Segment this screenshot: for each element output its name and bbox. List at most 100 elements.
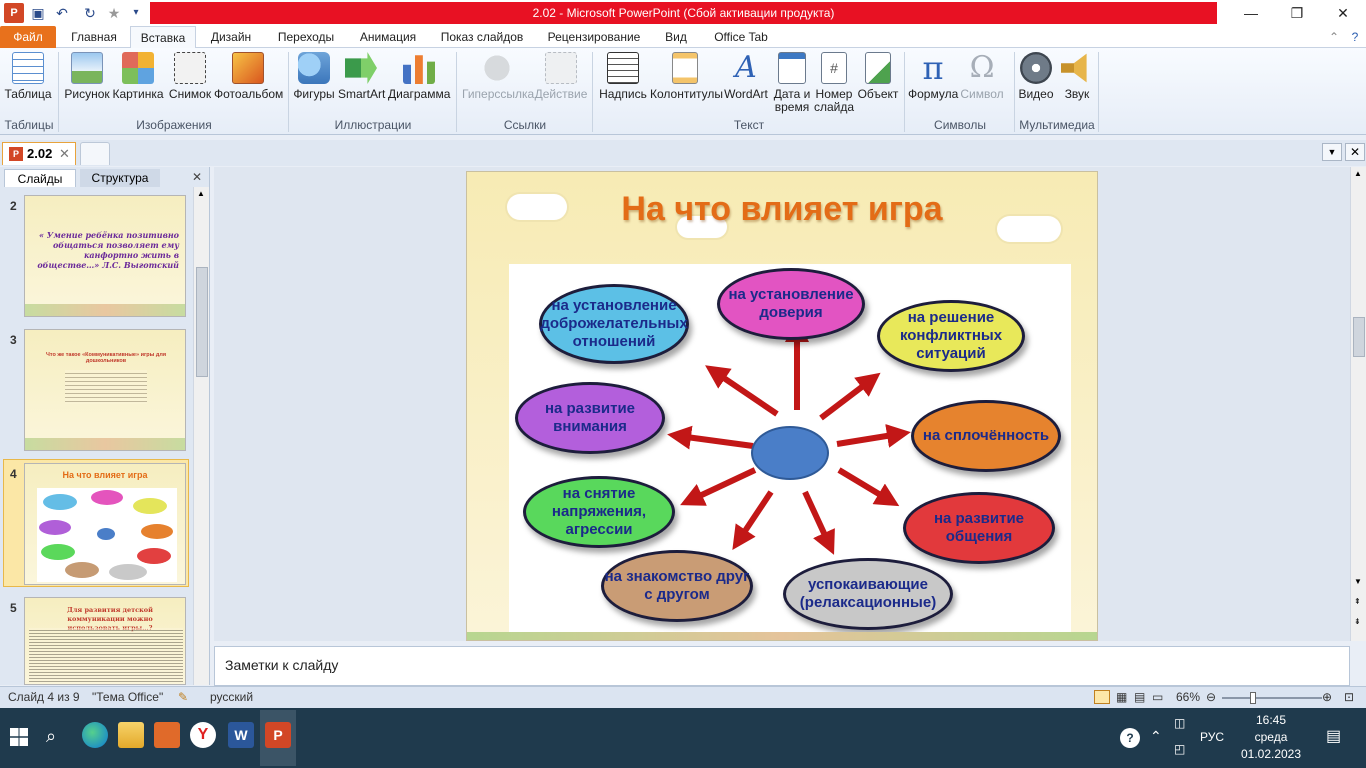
- oval-tension[interactable]: на снятие напряжения, агрессии: [523, 476, 675, 548]
- tab-home[interactable]: Главная: [62, 26, 126, 48]
- zoom-level[interactable]: 66%: [1176, 690, 1200, 704]
- slide-title[interactable]: На что влияет игра: [467, 190, 1097, 229]
- slide-thumbnail[interactable]: Для развития детской коммуникации можно …: [24, 597, 186, 685]
- tab-insert[interactable]: Вставка: [130, 26, 196, 49]
- symbol-button[interactable]: Ω Символ: [960, 52, 1004, 101]
- spellcheck-icon[interactable]: ✎: [178, 690, 188, 704]
- audio-button[interactable]: Звук: [1058, 52, 1096, 101]
- video-button[interactable]: Видео: [1016, 52, 1056, 101]
- save-icon[interactable]: ▣: [28, 3, 48, 23]
- notes-pane[interactable]: Заметки к слайду: [214, 646, 1350, 686]
- new-tab-button[interactable]: [80, 142, 110, 165]
- oval-acquaintance[interactable]: на знакомство друг с другом: [601, 550, 753, 622]
- help-icon[interactable]: ?: [1346, 26, 1364, 48]
- object-button[interactable]: Объект: [856, 52, 900, 101]
- scroll-up-icon[interactable]: ▲: [197, 189, 205, 198]
- show-hidden-icons-icon[interactable]: ⌃: [1150, 728, 1162, 745]
- redo-icon[interactable]: ↻: [80, 3, 100, 23]
- slides-scrollbar[interactable]: ▲: [193, 187, 209, 685]
- network-icon[interactable]: ◰: [1174, 742, 1185, 756]
- oval-relaxation[interactable]: успокаивающие (релаксационные): [783, 558, 953, 630]
- slide-sorter-icon[interactable]: ▦: [1116, 690, 1127, 704]
- clipart-button[interactable]: Картинка: [112, 52, 164, 101]
- close-document-icon[interactable]: ✕: [1345, 143, 1365, 161]
- notifications-icon[interactable]: ▤: [1326, 726, 1341, 746]
- tab-file[interactable]: Файл: [0, 26, 56, 48]
- wordart-button[interactable]: A WordArt: [722, 52, 770, 101]
- slide-scrollbar[interactable]: ▲ ▼ ⇞ ⇟: [1350, 167, 1366, 641]
- screenshot-button[interactable]: Снимок: [168, 52, 212, 101]
- tab-design[interactable]: Дизайн: [202, 26, 260, 48]
- close-tab-icon[interactable]: ✕: [59, 146, 70, 162]
- theme-name[interactable]: "Тема Office": [92, 690, 163, 704]
- oval-trust[interactable]: на установление доверия: [717, 268, 865, 340]
- date-time-button[interactable]: Дата и время: [772, 52, 812, 114]
- slide-canvas[interactable]: На что влияет игра на установление добро…: [466, 171, 1098, 641]
- favorite-icon[interactable]: ★: [104, 3, 124, 23]
- help-tray-icon[interactable]: ?: [1120, 728, 1140, 748]
- ribbon-collapse-icon[interactable]: ⌃: [1326, 26, 1342, 48]
- next-slide-icon[interactable]: ⇟: [1354, 617, 1361, 626]
- slide-thumbnail[interactable]: « Умение ребёнка позитивно общаться позв…: [24, 195, 186, 317]
- scroll-down-icon[interactable]: ▼: [1354, 577, 1362, 586]
- close-panel-icon[interactable]: ✕: [192, 170, 202, 184]
- customize-icon[interactable]: ▾: [126, 3, 146, 23]
- equation-button[interactable]: π Формула: [908, 52, 958, 101]
- zoom-slider-thumb[interactable]: [1250, 692, 1256, 704]
- tab-animation[interactable]: Анимация: [352, 26, 424, 48]
- powerpoint-icon[interactable]: P: [4, 3, 24, 23]
- scroll-up-icon[interactable]: ▲: [1354, 169, 1362, 178]
- windows-start-icon[interactable]: [10, 728, 28, 746]
- oval-attention[interactable]: на развитие внимания: [515, 382, 665, 454]
- document-tab[interactable]: P 2.02 ✕: [2, 142, 76, 165]
- zoom-out-icon[interactable]: ⊖: [1206, 690, 1216, 704]
- shapes-button[interactable]: Фигуры: [292, 52, 336, 101]
- maximize-button[interactable]: ❐: [1274, 0, 1320, 26]
- tab-view[interactable]: Вид: [658, 26, 694, 48]
- minimize-button[interactable]: —: [1228, 0, 1274, 26]
- zoom-slider[interactable]: [1222, 697, 1322, 699]
- word-icon[interactable]: W: [228, 722, 254, 748]
- smartart-button[interactable]: SmartArt: [338, 52, 385, 101]
- textbox-button[interactable]: Надпись: [598, 52, 648, 101]
- normal-view-icon[interactable]: [1094, 690, 1110, 704]
- undo-icon[interactable]: ↶: [52, 3, 72, 23]
- edge-icon[interactable]: [82, 722, 108, 748]
- chart-button[interactable]: Диаграмма: [388, 52, 450, 101]
- scrollbar-thumb[interactable]: [1353, 317, 1365, 357]
- camera-icon[interactable]: ◫: [1174, 716, 1185, 730]
- tab-slideshow[interactable]: Показ слайдов: [434, 26, 530, 48]
- tab-transitions[interactable]: Переходы: [270, 26, 342, 48]
- file-explorer-icon[interactable]: [118, 722, 144, 748]
- zoom-in-icon[interactable]: ⊕: [1322, 690, 1332, 704]
- close-button[interactable]: ✕: [1320, 0, 1366, 26]
- clock[interactable]: 16:45 среда 01.02.2023: [1240, 712, 1302, 763]
- yandex-browser-icon[interactable]: Y: [190, 722, 216, 748]
- table-button[interactable]: Таблица: [4, 52, 52, 101]
- tab-review[interactable]: Рецензирование: [540, 26, 648, 48]
- oval-cohesion[interactable]: на сплочённость: [911, 400, 1061, 472]
- scrollbar-thumb[interactable]: [196, 267, 208, 377]
- reading-view-icon[interactable]: ▤: [1134, 690, 1145, 704]
- slide-thumbnail[interactable]: Что же такое «Коммуникативные» игры для …: [24, 329, 186, 451]
- diagram[interactable]: на установление доброжелательных отношен…: [509, 264, 1071, 636]
- media-player-icon[interactable]: [154, 722, 180, 748]
- slide-number-button[interactable]: # Номер слайда: [814, 52, 854, 114]
- tab-list-dropdown-icon[interactable]: ▼: [1322, 143, 1342, 161]
- previous-slide-icon[interactable]: ⇞: [1354, 597, 1361, 606]
- oval-conflict[interactable]: на решение конфликтных ситуаций: [877, 300, 1025, 372]
- powerpoint-taskbar-icon[interactable]: P: [265, 722, 291, 748]
- search-icon[interactable]: ⌕: [46, 726, 56, 747]
- tab-office-tab[interactable]: Office Tab: [704, 26, 778, 48]
- language[interactable]: русский: [210, 690, 253, 704]
- header-footer-button[interactable]: Колонтитулы: [650, 52, 723, 101]
- photo-album-button[interactable]: Фотоальбом: [214, 52, 283, 101]
- tab-outline[interactable]: Структура: [80, 169, 160, 187]
- action-button[interactable]: Действие: [534, 52, 588, 101]
- tab-slides[interactable]: Слайды: [4, 169, 76, 187]
- slideshow-icon[interactable]: ▭: [1152, 690, 1163, 704]
- hyperlink-button[interactable]: Гиперссылка: [462, 52, 534, 101]
- oval-goodwill[interactable]: на установление доброжелательных отношен…: [539, 284, 689, 364]
- slide-thumbnail-selected[interactable]: На что влияет игра: [24, 463, 186, 585]
- picture-button[interactable]: Рисунок: [64, 52, 110, 101]
